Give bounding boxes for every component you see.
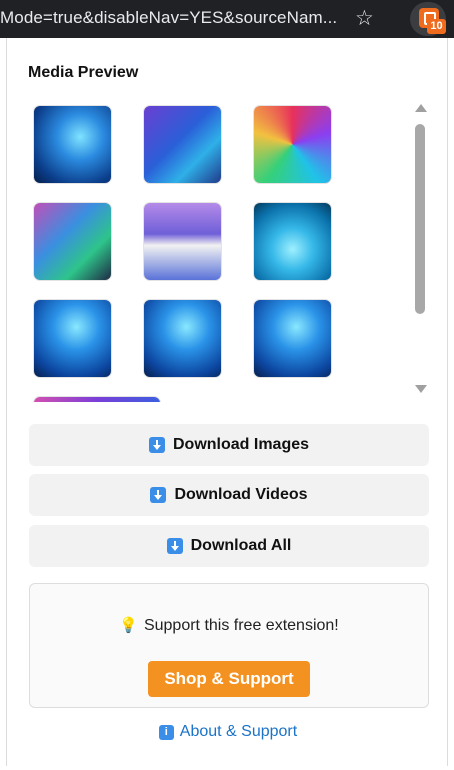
download-arrow-icon (150, 487, 167, 503)
media-thumbnail-1[interactable] (34, 106, 111, 183)
media-scrollbar[interactable] (411, 102, 429, 400)
scroll-down-arrow-icon[interactable] (415, 385, 427, 393)
media-thumbnail-6[interactable] (254, 203, 331, 280)
support-message: 💡 Support this free extension! (30, 616, 428, 635)
about-support-label: About & Support (179, 723, 298, 740)
download-all-button[interactable]: Download All (29, 525, 429, 567)
download-arrow-icon (148, 437, 165, 453)
media-grid (7, 98, 407, 402)
star-icon[interactable]: ☆ (355, 6, 374, 31)
extension-badge: 10 (427, 19, 446, 34)
background-page-right (448, 38, 454, 770)
shop-support-button[interactable]: Shop & Support (148, 661, 310, 697)
media-thumbnail-3[interactable] (254, 106, 331, 183)
media-thumbnail-9[interactable] (254, 300, 331, 377)
media-thumbnail-10[interactable] (34, 397, 160, 402)
info-icon: i (158, 725, 174, 740)
scrollbar-thumb[interactable] (415, 124, 425, 314)
media-thumbnail-4[interactable] (34, 203, 111, 280)
media-thumbnail-8[interactable] (144, 300, 221, 377)
address-bar-url[interactable]: Mode=true&disableNav=YES&sourceNam... (0, 8, 337, 28)
download-all-label: Download All (190, 537, 292, 554)
about-support-link[interactable]: i About & Support (7, 723, 449, 741)
media-thumbnail-5[interactable] (144, 203, 221, 280)
download-videos-label: Download Videos (174, 486, 308, 503)
download-arrow-icon (166, 538, 183, 554)
lightbulb-icon: 💡 (119, 617, 138, 634)
media-thumbnail-2[interactable] (144, 106, 221, 183)
download-images-button[interactable]: Download Images (29, 424, 429, 466)
media-thumbnail-7[interactable] (34, 300, 111, 377)
download-images-label: Download Images (172, 436, 310, 453)
scroll-up-arrow-icon[interactable] (415, 104, 427, 112)
download-videos-button[interactable]: Download Videos (29, 474, 429, 516)
support-text: Support this free extension! (143, 617, 339, 634)
extension-button[interactable]: 10 (410, 2, 446, 36)
browser-toolbar: Mode=true&disableNav=YES&sourceNam... ☆ … (0, 0, 454, 38)
support-panel: 💡 Support this free extension! Shop & Sup… (29, 583, 429, 708)
extension-popup: Media Preview Download Images Download V… (6, 38, 448, 766)
popup-title: Media Preview (28, 64, 139, 81)
